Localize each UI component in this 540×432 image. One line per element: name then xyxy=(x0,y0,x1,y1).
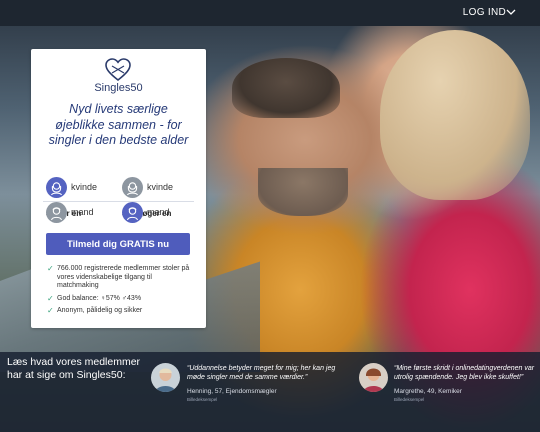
testimonial-author: Margrethe, 49, Kemiker xyxy=(394,388,462,395)
i-am-female-label: kvinde xyxy=(71,182,98,192)
testimonial-avatar xyxy=(151,363,180,392)
female-avatar-icon xyxy=(46,176,67,198)
seeking-female-label: kvinde xyxy=(147,182,174,192)
testimonial-author: Henning, 57, Ejendomsmægler xyxy=(187,388,277,395)
female-avatar-icon xyxy=(122,176,143,198)
checkmark-icon: ✓ xyxy=(47,264,54,273)
i-am-female-option[interactable]: kvinde xyxy=(46,176,97,198)
testimonial-quote: “Uddannelse betyder meget for mig; her k… xyxy=(187,365,336,381)
signup-button[interactable]: Tilmeld dig GRATIS nu xyxy=(46,233,190,255)
fact-text: 766.000 registrerede medlemmer stoler på… xyxy=(57,265,190,289)
testimonial-note: Billedeksempel xyxy=(394,397,425,402)
seeking-female-option[interactable]: kvinde xyxy=(122,176,173,198)
list-item: ✓ 766.000 registrerede medlemmer stoler … xyxy=(47,264,193,291)
login-link[interactable]: LOG IND xyxy=(463,7,506,18)
fact-text: Anonym, pålidelig og sikker xyxy=(57,307,143,314)
chevron-down-icon[interactable] xyxy=(506,8,516,16)
tagline: Nyd livets særlige øjeblikke sammen - fo… xyxy=(48,102,189,147)
i-am-male-option[interactable]: mand xyxy=(46,201,94,223)
top-nav: LOG IND xyxy=(0,0,540,26)
heart-logo-icon xyxy=(105,58,131,82)
checkmark-icon: ✓ xyxy=(47,306,54,315)
woman-hair xyxy=(380,30,530,200)
list-item: ✓ Anonym, pålidelig og sikker xyxy=(47,306,193,316)
testimonials-heading: Læs hvad vores medlemmer har at sige om … xyxy=(7,356,141,381)
man-hair xyxy=(232,58,340,118)
facts-list: ✓ 766.000 registrerede medlemmer stoler … xyxy=(47,264,193,320)
testimonial-avatar xyxy=(359,363,388,392)
seeking-male-option[interactable]: mand xyxy=(122,201,170,223)
i-am-male-label: mand xyxy=(71,207,94,217)
testimonial-note: Billedeksempel xyxy=(187,397,218,402)
man-beard xyxy=(258,168,348,216)
male-avatar-icon xyxy=(122,201,143,223)
testimonial-quote: “Mine første skridt i onlinedatingverden… xyxy=(394,365,535,381)
brand-name: Singles50 xyxy=(94,82,143,94)
seeking-male-label: mand xyxy=(147,207,170,217)
list-item: ✓ God balance: ♀57% ♂43% xyxy=(47,293,193,304)
fact-text: God balance: ♀57% ♂43% xyxy=(57,294,142,302)
signup-card: Singles50 Nyd livets særlige øjeblikke s… xyxy=(31,49,206,328)
checkmark-icon: ✓ xyxy=(47,293,54,303)
male-avatar-icon xyxy=(46,201,67,223)
